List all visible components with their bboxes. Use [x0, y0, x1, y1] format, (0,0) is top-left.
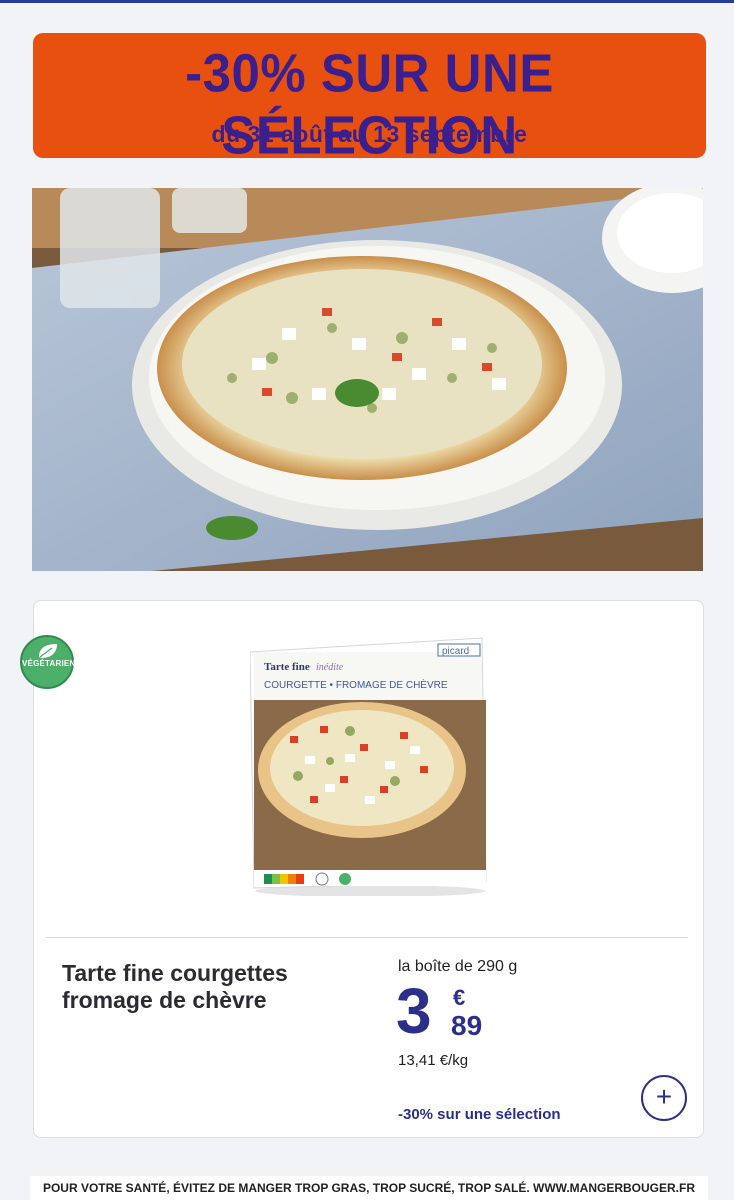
packaging-line2: COURGETTE • FROMAGE DE CHÈVRE	[264, 678, 448, 691]
vegetarian-label: VÉGÉTARIEN	[22, 659, 76, 668]
price-currency: €	[453, 985, 466, 1010]
packaging-brand: picard	[442, 646, 469, 657]
health-disclaimer: POUR VOTRE SANTÉ, ÉVITEZ DE MANGER TROP …	[30, 1176, 708, 1200]
nutriscore-scale	[264, 874, 304, 884]
packaging-line1: Tarte fine	[264, 661, 310, 673]
product-unit: la boîte de 290 g	[398, 958, 518, 975]
price-decimals: 89	[451, 1010, 483, 1041]
hero-image	[32, 188, 703, 571]
plus-icon: +	[655, 1081, 673, 1112]
promo-note: -30% sur une sélection	[398, 1106, 561, 1123]
promo-banner: -30% SUR UNE SÉLECTION du 31 août au 13 …	[33, 33, 706, 165]
price-integer: 3	[396, 975, 432, 1047]
promo-dates: du 31 août au 13 septembre	[211, 121, 528, 147]
card-divider	[46, 937, 688, 938]
price-per-kg: 13,41 €/kg	[398, 1052, 469, 1069]
vegetarian-badge: VÉGÉTARIEN	[20, 635, 76, 689]
packaging-accent: inédite	[316, 662, 344, 673]
top-accent-line	[0, 0, 734, 3]
leaf-icon	[39, 644, 57, 658]
add-to-cart-button[interactable]: +	[641, 1075, 687, 1121]
product-packaging-image: Tarte fine inédite COURGETTE • FROMAGE D…	[249, 636, 490, 897]
product-name: Tarte fine courgettes fromage de chèvre	[62, 960, 288, 1013]
